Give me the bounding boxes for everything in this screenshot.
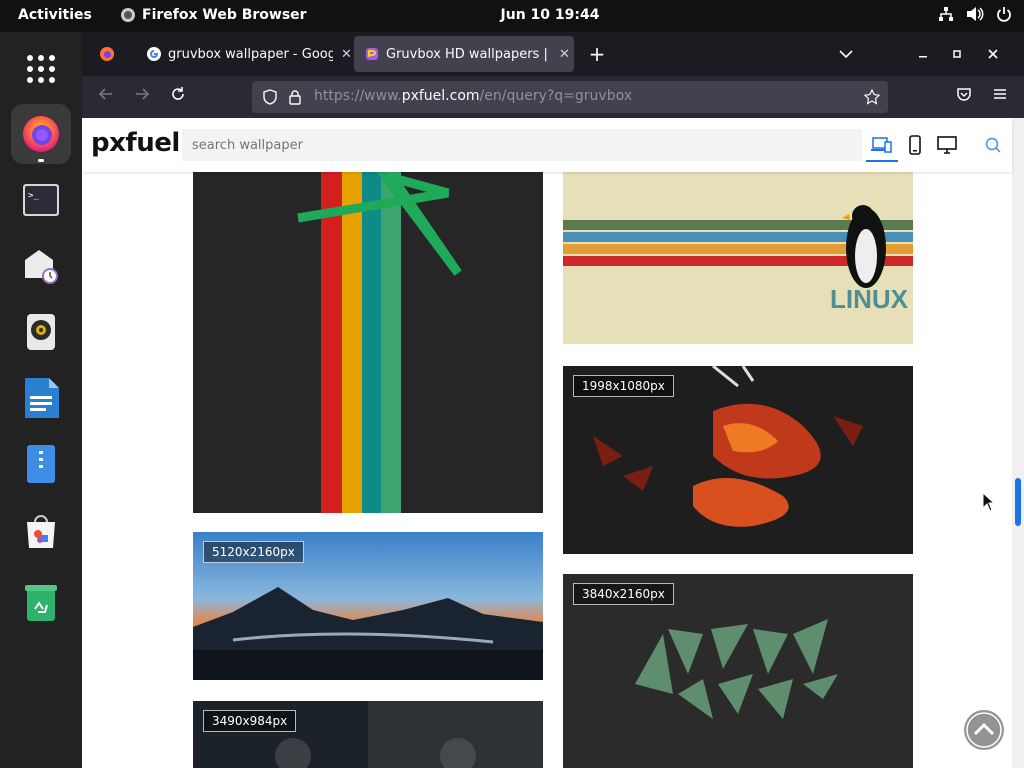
url-bar[interactable]: https://www.pxfuel.com/en/query?q=gruvbo… <box>252 81 888 113</box>
tab-title: gruvbox wallpaper - Google <box>168 46 333 62</box>
clock[interactable]: Jun 10 19:44 <box>0 7 1024 23</box>
svg-text:>_: >_ <box>28 191 39 201</box>
dock-trash[interactable] <box>11 572 71 632</box>
page-scrollbar-track[interactable] <box>1012 118 1024 768</box>
search-icon <box>985 137 1001 153</box>
wallpaper-thumbnail: LINUX <box>563 148 913 344</box>
dock-software[interactable] <box>11 500 71 560</box>
document-icon <box>25 378 59 418</box>
reload-button[interactable] <box>166 85 190 109</box>
navigation-toolbar: https://www.pxfuel.com/en/query?q=gruvbo… <box>82 76 1024 118</box>
web-page-content: pxfuel search wallpaper 5120x2160px 3490… <box>82 118 1024 768</box>
tab-title: Gruvbox HD wallpapers | Px <box>386 46 551 62</box>
dock-files[interactable] <box>11 434 71 494</box>
wallpaper-card[interactable]: 5120x2160px <box>193 532 543 680</box>
url-domain: pxfuel.com <box>401 88 480 104</box>
wallpaper-card[interactable]: 3490x984px <box>193 701 543 768</box>
chevron-up-icon <box>966 712 1002 748</box>
dock-writer[interactable] <box>11 368 71 428</box>
dock-firefox[interactable] <box>11 104 71 164</box>
tab-bar: gruvbox wallpaper - Google ✕ Gruvbox HD … <box>82 32 1024 76</box>
minimize-icon <box>919 56 927 58</box>
archive-icon <box>27 445 55 483</box>
devices-icon <box>871 137 892 153</box>
app-grid-icon <box>27 55 55 83</box>
forward-button[interactable] <box>130 85 154 109</box>
maximize-button[interactable] <box>946 36 968 72</box>
shopping-bag-icon <box>27 515 55 548</box>
system-tray[interactable] <box>938 6 1012 22</box>
gnome-top-bar: Activities Firefox Web Browser Jun 10 19… <box>0 0 1024 32</box>
device-filter-desktop[interactable] <box>936 134 958 156</box>
linux-text: LINUX <box>830 284 909 314</box>
tab-google[interactable]: gruvbox wallpaper - Google ✕ <box>136 36 360 72</box>
pxfuel-favicon-icon <box>366 48 378 60</box>
site-header: pxfuel <box>82 118 1012 172</box>
monitor-icon <box>937 136 957 154</box>
arrow-left-icon <box>98 88 112 100</box>
mail-clock-icon <box>25 250 58 284</box>
running-indicator <box>38 159 44 162</box>
pocket-button[interactable] <box>952 85 976 109</box>
shield-icon <box>263 89 277 105</box>
page-scrollbar-thumb[interactable] <box>1015 478 1021 526</box>
dock: >_ <box>0 32 82 768</box>
url-prefix: https://www. <box>314 88 402 104</box>
search-input[interactable] <box>182 129 862 161</box>
network-icon <box>939 7 953 21</box>
chevron-down-icon <box>839 50 853 59</box>
resolution-badge: 3840x2160px <box>573 583 674 605</box>
minimize-button[interactable] <box>912 36 934 72</box>
scroll-to-top-button[interactable] <box>964 710 1004 750</box>
lock-icon <box>289 90 301 105</box>
mouse-cursor-icon <box>982 492 996 512</box>
resolution-badge: 5120x2160px <box>203 541 304 563</box>
resolution-badge: 3490x984px <box>203 710 297 732</box>
close-icon <box>988 49 998 59</box>
reload-icon <box>172 87 184 100</box>
wallpaper-card[interactable]: 3840x2160px <box>563 574 913 768</box>
app-menu-button[interactable] <box>988 85 1012 109</box>
firefox-icon <box>100 47 114 61</box>
dock-mail-schedule[interactable] <box>11 236 71 296</box>
search-button[interactable] <box>982 134 1004 156</box>
site-logo[interactable]: pxfuel <box>91 128 180 158</box>
phone-icon <box>909 135 921 155</box>
terminal-icon: >_ <box>23 184 59 216</box>
device-filter-phone[interactable] <box>904 134 926 156</box>
device-filter-all[interactable] <box>866 134 898 162</box>
speaker-icon <box>27 314 55 350</box>
active-filter-underline <box>866 160 898 162</box>
resolution-badge: 1998x1080px <box>573 375 674 397</box>
firefox-view-button[interactable] <box>90 36 124 72</box>
close-tab-icon[interactable]: ✕ <box>559 47 570 62</box>
maximize-icon <box>953 50 961 58</box>
pocket-icon <box>957 88 971 101</box>
new-tab-button[interactable]: + <box>582 36 612 72</box>
hamburger-menu-icon <box>994 89 1006 99</box>
firefox-window: gruvbox wallpaper - Google ✕ Gruvbox HD … <box>82 32 1024 768</box>
wallpaper-card[interactable]: LINUX <box>563 148 913 344</box>
url-text: https://www.pxfuel.com/en/query?q=gruvbo… <box>314 88 632 104</box>
wallpaper-card[interactable]: 1998x1080px <box>563 366 913 554</box>
close-tab-icon[interactable]: ✕ <box>341 47 352 62</box>
close-window-button[interactable] <box>982 36 1004 72</box>
wallpaper-card[interactable] <box>193 148 543 513</box>
list-tabs-button[interactable] <box>834 36 858 72</box>
dock-rhythmbox[interactable] <box>11 302 71 362</box>
tab-pxfuel[interactable]: Gruvbox HD wallpapers | Px ✕ <box>354 36 574 72</box>
volume-icon <box>967 7 984 21</box>
trash-icon <box>25 585 57 621</box>
bookmark-star-icon[interactable] <box>864 89 880 105</box>
power-icon <box>997 7 1011 22</box>
dock-terminal[interactable]: >_ <box>11 170 71 230</box>
wallpaper-thumbnail <box>297 148 462 513</box>
back-button[interactable] <box>94 85 118 109</box>
arrow-right-icon <box>136 88 150 100</box>
show-apps-button[interactable] <box>11 39 71 99</box>
url-path: /en/query?q=gruvbox <box>479 88 633 104</box>
firefox-icon <box>23 116 59 152</box>
google-icon <box>147 47 161 61</box>
